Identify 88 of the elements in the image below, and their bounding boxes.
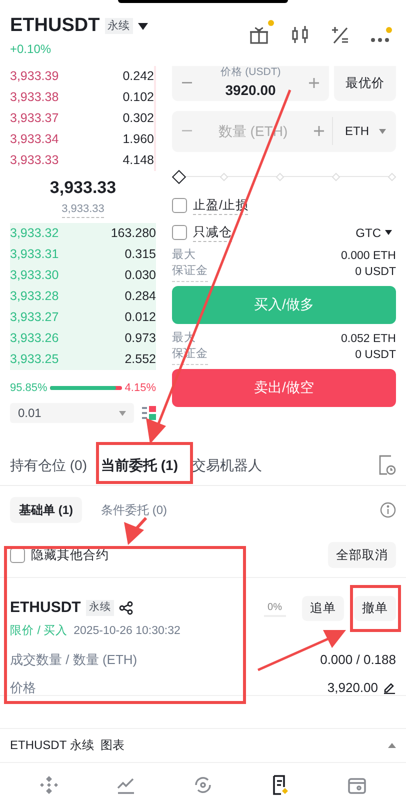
time-in-force-dropdown[interactable]: GTC (356, 224, 396, 242)
bid-price: 3,933.32 (10, 224, 59, 242)
info-value: 0 USDT (355, 264, 396, 280)
ask-amount: 0.302 (122, 110, 154, 127)
unit-dropdown[interactable]: ETH (333, 122, 386, 140)
price-change: +0.10% (10, 41, 52, 58)
orders-tab[interactable]: 持有仓位 (0) (10, 454, 87, 476)
order-field-label: 成交数量 / 数量 (ETH) (10, 651, 138, 670)
sell-short-button[interactable]: 卖出/做空 (172, 368, 396, 407)
bid-amount: 2.552 (124, 350, 156, 368)
bid-amount: 0.284 (124, 288, 156, 305)
expand-caret-icon[interactable] (388, 742, 396, 748)
bid-price: 3,933.28 (10, 288, 59, 305)
price-input-field[interactable]: 价格 (USDT) 3920.00 (172, 66, 329, 101)
bid-price: 3,933.26 (10, 330, 59, 347)
share-icon[interactable] (118, 601, 133, 616)
order-type-tab[interactable]: 条件委托 (0) (92, 497, 176, 524)
info-label: 最大 (172, 247, 196, 266)
ask-amount: 0.242 (122, 68, 154, 85)
fill-percent: 0% (264, 600, 286, 617)
price-value: 3920.00 (225, 81, 276, 100)
price-label: 价格 (USDT) (220, 64, 281, 80)
bid-price: 3,933.27 (10, 308, 59, 326)
order-side: 限价 / 买入 (10, 624, 68, 639)
orders-tab[interactable]: 当前委托 (1) (101, 454, 178, 476)
plus-icon[interactable] (309, 78, 319, 88)
ask-price: 3,933.37 (10, 110, 59, 127)
sell-ratio: 4.15% (124, 380, 156, 396)
cancel-order-button[interactable]: 撤单 (354, 596, 396, 621)
plus-icon[interactable] (314, 126, 324, 136)
caret-icon[interactable] (138, 22, 148, 30)
caret-icon (379, 128, 386, 134)
order-time: 2025-10-26 10:30:32 (74, 624, 180, 639)
ask-amount: 1.960 (122, 130, 154, 148)
best-price-button[interactable]: 最优价 (334, 66, 396, 101)
ratio-bar (50, 386, 122, 390)
ask-price: 3,933.38 (10, 88, 59, 106)
last-price: 3,933.33 (50, 177, 116, 200)
bid-price: 3,933.31 (10, 246, 59, 263)
checkbox[interactable] (172, 225, 187, 240)
caret-icon (119, 410, 126, 416)
chase-order-button[interactable]: 追单 (302, 596, 344, 621)
order-symbol: ETHUSDT (10, 598, 81, 618)
chart-bar-label: ETHUSDT 永续 图表 (10, 737, 124, 754)
annotation-box (350, 585, 401, 632)
info-label: 保证金 (172, 263, 208, 282)
bid-amount: 0.973 (124, 330, 156, 347)
contract-type-tag: 永续 (86, 600, 114, 616)
info-icon[interactable] (380, 502, 396, 518)
ask-price: 3,933.39 (10, 68, 59, 85)
info-value: 0.000 ETH (341, 248, 396, 264)
bid-price: 3,933.30 (10, 266, 59, 284)
bid-amount: 163.280 (110, 224, 156, 242)
annotation-arrow (124, 516, 148, 545)
caret-icon (385, 230, 392, 236)
more-icon[interactable] (370, 26, 392, 43)
mark-price: 3,933.33 (62, 200, 104, 218)
hide-other-label: 隐藏其他合约 (31, 547, 109, 564)
contract-type-tag: 永续 (104, 18, 133, 34)
bid-amount: 0.315 (124, 246, 156, 263)
minus-icon[interactable] (182, 82, 192, 84)
bid-price: 3,933.25 (10, 350, 59, 368)
amount-slider[interactable] (172, 170, 396, 184)
info-value: 0.052 ETH (341, 332, 396, 347)
edit-icon[interactable] (383, 680, 396, 694)
option-label: 只减仓 (193, 222, 232, 242)
order-type-tab[interactable]: 基础单 (1) (10, 497, 82, 524)
info-value: 0 USDT (355, 348, 396, 363)
buy-ratio: 95.85% (10, 380, 48, 396)
diamond-logo-icon[interactable] (38, 774, 60, 796)
cancel-all-button[interactable]: 全部取消 (328, 542, 396, 568)
checkbox[interactable] (172, 198, 187, 214)
ask-amount: 0.102 (122, 88, 154, 106)
order-field-value: 0.000 / 0.188 (320, 651, 396, 670)
order-book-layout-icon[interactable] (142, 406, 156, 420)
calculator-icon[interactable] (330, 24, 350, 45)
ask-price: 3,933.34 (10, 130, 59, 148)
order-field-label: 价格 (10, 678, 36, 697)
precision-dropdown[interactable]: 0.01 (10, 403, 134, 424)
orders-tab[interactable]: 交易机器人 (192, 454, 262, 476)
candlestick-icon[interactable] (290, 24, 310, 45)
history-icon[interactable] (378, 455, 396, 476)
bid-amount: 0.030 (124, 266, 156, 284)
symbol-title: ETHUSDT (10, 14, 100, 38)
order-field-value: 3,920.00 (327, 678, 378, 697)
ask-price: 3,933.33 (10, 152, 59, 169)
bid-amount: 0.012 (124, 308, 156, 326)
ask-amount: 4.148 (122, 152, 154, 169)
